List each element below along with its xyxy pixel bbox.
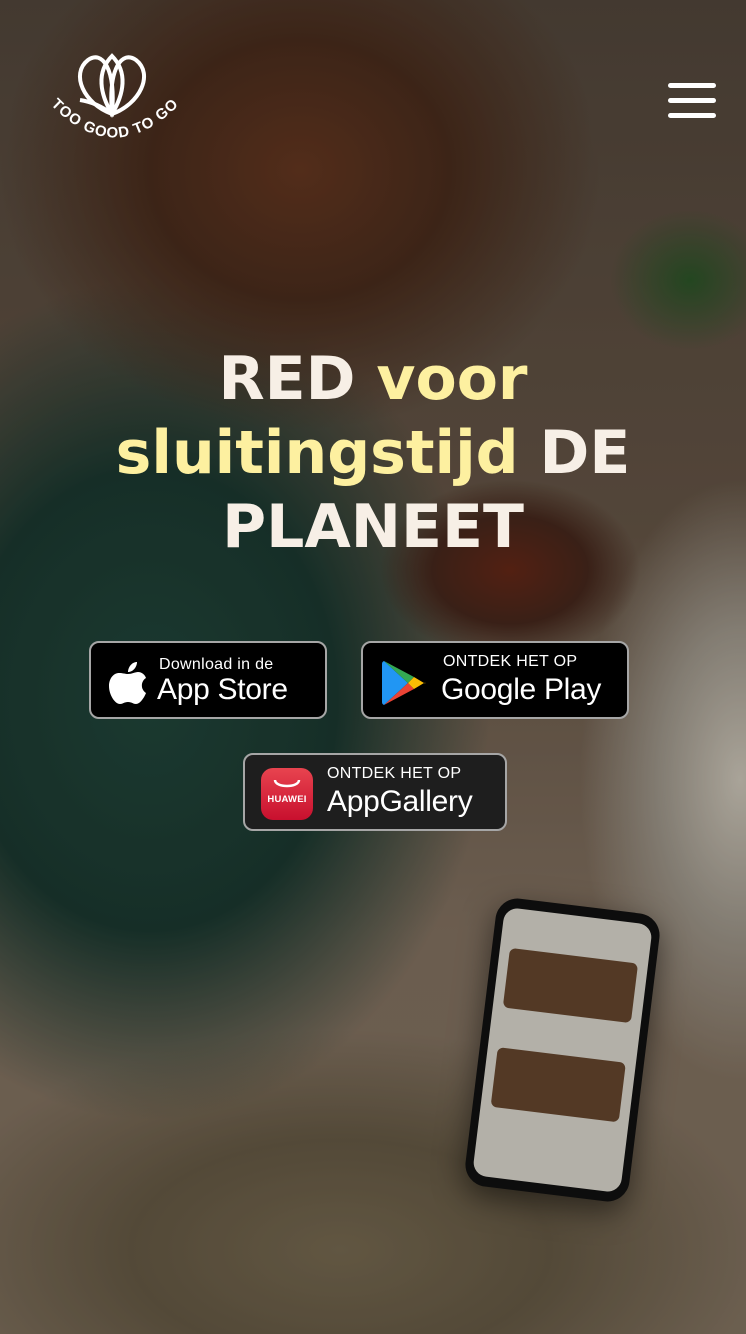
app-gallery-small-label: ONTDEK HET OP — [327, 765, 462, 782]
hero-word-de: DE — [539, 418, 631, 488]
google-play-button[interactable]: ONTDEK HET OP Google Play — [361, 641, 629, 719]
hero-word-sluitingstijd: sluitingstijd — [115, 418, 519, 488]
hero-word-red: RED — [218, 344, 356, 414]
hamburger-menu-icon[interactable] — [664, 78, 720, 124]
hero-word-voor: voor — [376, 344, 528, 414]
app-store-big-label: App Store — [157, 673, 288, 706]
hero-headline: RED voor sluitingstijd DE PLANEET — [60, 342, 686, 564]
huawei-brand-label: HUAWEI — [267, 794, 307, 805]
app-store-small-label: Download in de — [159, 656, 274, 673]
app-store-button[interactable]: Download in de App Store — [89, 641, 327, 719]
google-play-small-label: ONTDEK HET OP — [443, 653, 578, 670]
huawei-appgallery-icon: HUAWEI — [261, 768, 313, 820]
svg-text:TOO GOOD TO GO: TOO GOOD TO GO — [48, 95, 182, 141]
apple-icon — [109, 662, 146, 704]
brand-logo[interactable]: TOO GOOD TO GO TOO GOOD TO GO — [44, 44, 184, 154]
logo-text: TOO GOOD TO GO — [48, 95, 181, 141]
google-play-big-label: Google Play — [441, 673, 602, 706]
google-play-icon — [382, 661, 426, 705]
app-gallery-big-label: AppGallery — [327, 785, 473, 818]
hero-word-planeet: PLANEET — [222, 492, 524, 562]
app-gallery-button[interactable]: HUAWEI ONTDEK HET OP AppGallery — [243, 753, 507, 831]
